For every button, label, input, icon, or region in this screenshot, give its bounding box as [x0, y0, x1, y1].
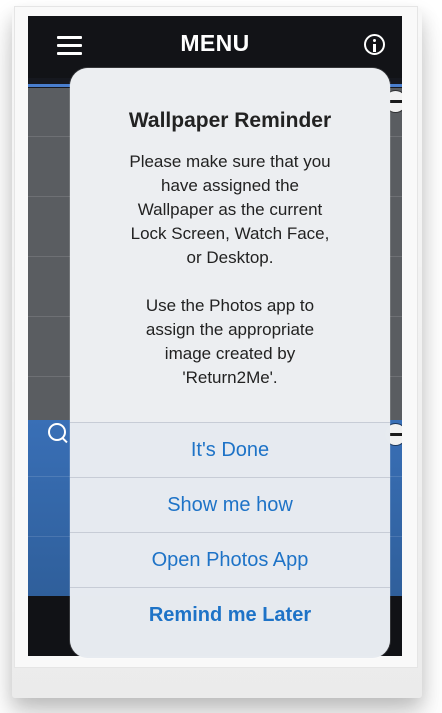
remind-me-later-button[interactable]: Remind me Later — [70, 587, 390, 642]
info-icon[interactable] — [364, 34, 385, 55]
open-photos-app-button[interactable]: Open Photos App — [70, 532, 390, 587]
dialog-message: Please make sure that you have assigned … — [129, 152, 331, 387]
zoom-icon[interactable] — [48, 423, 66, 441]
screenshot-page: MENU Wallpaper Reminder Please make sure… — [0, 0, 442, 713]
its-done-button[interactable]: It's Done — [70, 422, 390, 477]
dialog-actions: It's Done Show me how Open Photos App Re… — [70, 422, 390, 658]
show-me-how-button[interactable]: Show me how — [70, 477, 390, 532]
dialog-content: Wallpaper Reminder Please make sure that… — [70, 68, 390, 422]
dialog-title: Wallpaper Reminder — [128, 109, 332, 132]
menu-title: MENU — [180, 30, 250, 56]
wallpaper-reminder-dialog: Wallpaper Reminder Please make sure that… — [70, 68, 390, 658]
